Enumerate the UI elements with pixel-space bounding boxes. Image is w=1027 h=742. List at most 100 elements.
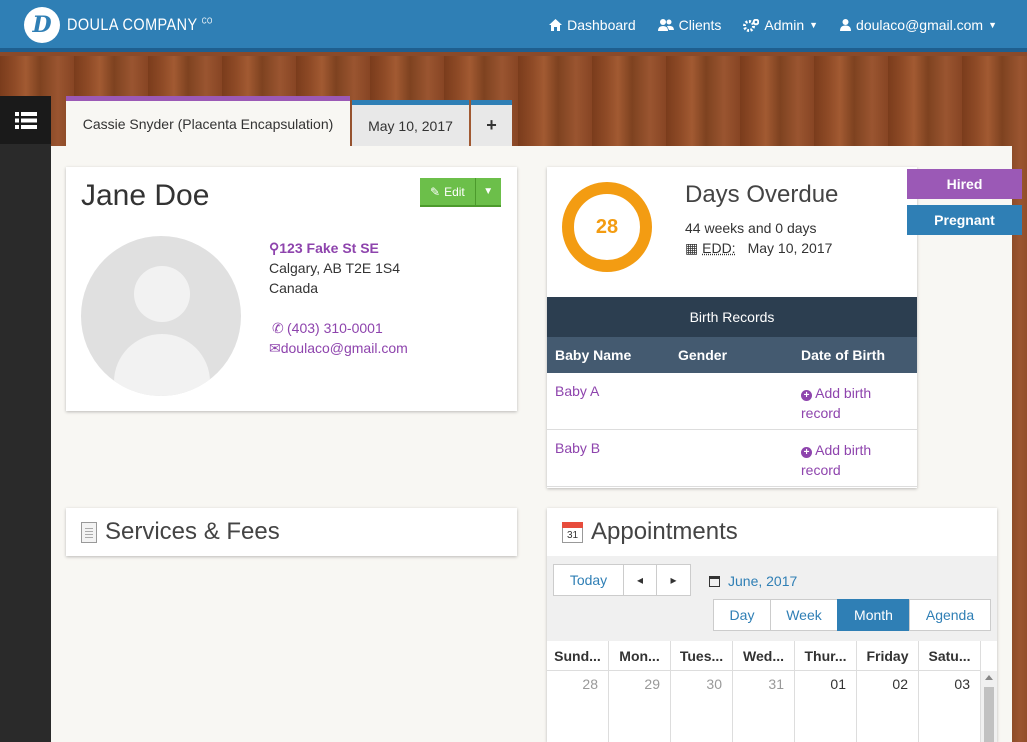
weekday-label: Friday: [857, 641, 919, 671]
nav-admin[interactable]: Admin ▼: [743, 17, 818, 33]
phone-link[interactable]: ✆ (403) 310-0001: [269, 318, 408, 338]
user-icon: [840, 19, 852, 31]
add-birth-record-link[interactable]: + Add birth record: [801, 440, 901, 480]
avatar-body: [114, 334, 210, 396]
add-birth-record-label: Add birth record: [801, 442, 872, 478]
brand-suffix: CO: [201, 16, 213, 26]
calendar-icon: ▦: [685, 240, 699, 256]
caret-down-icon: ▼: [483, 186, 494, 197]
calendar-day-cell[interactable]: 02: [857, 671, 919, 742]
phone-icon: ✆: [272, 320, 284, 336]
plus-circle-icon: +: [801, 390, 812, 401]
brand-name-text: DOULA COMPANY: [67, 15, 198, 34]
nav-user[interactable]: doulaco@gmail.com ▼: [840, 17, 997, 33]
email-link[interactable]: ✉doulaco@gmail.com: [269, 338, 408, 358]
birth-records-title: Birth Records: [547, 297, 917, 337]
calendar-day-cell[interactable]: 03: [919, 671, 981, 742]
view-month-button[interactable]: Month: [837, 599, 910, 631]
list-icon: [14, 111, 37, 129]
col-gender: Gender: [678, 347, 728, 363]
edd-label: EDD:: [702, 240, 736, 256]
chevron-down-icon: ▼: [988, 20, 997, 30]
users-icon: [657, 19, 674, 31]
edit-button-label: Edit: [444, 184, 465, 199]
sidebar-toggle-button[interactable]: [0, 96, 51, 144]
edit-button[interactable]: ✎ Edit: [420, 178, 475, 207]
map-marker-icon: ⚲: [269, 240, 280, 256]
col-date-of-birth: Date of Birth: [801, 347, 885, 363]
calendar-icon: 31: [562, 521, 583, 543]
view-week-button[interactable]: Week: [770, 599, 838, 631]
scroll-up-icon[interactable]: [985, 675, 993, 680]
email-address: doulaco@gmail.com: [280, 340, 408, 356]
birth-records-header: Baby Name Gender Date of Birth: [547, 337, 917, 373]
add-birth-record-link[interactable]: + Add birth record: [801, 383, 901, 423]
avatar: [81, 236, 241, 396]
days-overdue-ring: 28: [562, 182, 652, 272]
scroll-thumb[interactable]: [984, 687, 994, 742]
address-country: Canada: [269, 280, 319, 296]
services-title-text: Services & Fees: [105, 518, 280, 545]
phone-number: (403) 310-0001: [287, 320, 383, 336]
nav-clients-label: Clients: [678, 17, 722, 33]
services-title: Services & Fees: [81, 518, 280, 546]
baby-name-link[interactable]: Baby A: [555, 383, 599, 399]
address-street: 123 Fake St SE: [279, 240, 379, 256]
appointments-card: 31 Appointments Today ◂ ▸ June, 2017 Day…: [547, 508, 997, 742]
status-badge-pregnant: Pregnant: [907, 205, 1022, 235]
col-baby-name: Baby Name: [555, 347, 632, 363]
services-card: Services & Fees: [66, 508, 517, 556]
sidebar: [0, 96, 51, 742]
tab-client[interactable]: Cassie Snyder (Placenta Encapsulation): [66, 96, 350, 146]
appointments-title: 31 Appointments: [562, 518, 738, 546]
view-agenda-button[interactable]: Agenda: [909, 599, 991, 631]
client-name: Jane Doe: [81, 179, 210, 212]
edd-row: ▦ EDD: May 10, 2017: [685, 240, 832, 257]
edd-label-group: ▦ EDD:: [685, 240, 736, 257]
calendar-day-cell[interactable]: 29: [609, 671, 671, 742]
nav-links: Dashboard Clients Admin ▼ doulaco@gmail.…: [549, 17, 997, 33]
brand[interactable]: D DOULA COMPANY CO: [24, 7, 238, 43]
address-street-link[interactable]: ⚲123 Fake St SE: [269, 238, 400, 258]
document-icon: [81, 521, 97, 543]
prev-button[interactable]: ◂: [623, 564, 657, 596]
home-icon: [549, 19, 563, 31]
month-label[interactable]: June, 2017: [709, 573, 797, 589]
next-button[interactable]: ▸: [656, 564, 691, 596]
weekday-label: Wed...: [733, 641, 795, 671]
address-block: ⚲123 Fake St SE Calgary, AB T2E 1S4 Cana…: [269, 238, 400, 298]
weekday-label: Satu...: [919, 641, 981, 671]
month-grid: Sund... Mon... Tues... Wed... Thur... Fr…: [547, 641, 997, 742]
tab-add[interactable]: +: [471, 100, 512, 146]
calendar-day-cell[interactable]: 28: [547, 671, 609, 742]
days-overdue-count: 28: [595, 215, 619, 238]
cogs-icon: [743, 18, 760, 32]
edit-dropdown-toggle[interactable]: ▼: [474, 178, 501, 207]
tab-date[interactable]: May 10, 2017: [352, 100, 469, 146]
weekday-label: Sund...: [547, 641, 609, 671]
avatar-head: [134, 266, 190, 322]
nav-user-label: doulaco@gmail.com: [856, 17, 984, 33]
plus-circle-icon: +: [801, 447, 812, 458]
baby-name-link[interactable]: Baby B: [555, 440, 600, 456]
nav-dashboard[interactable]: Dashboard: [549, 17, 636, 33]
calendar-day-cell[interactable]: 30: [671, 671, 733, 742]
nav-clients[interactable]: Clients: [657, 17, 722, 33]
calendar-icon: [709, 575, 720, 587]
contact-block: ✆ (403) 310-0001 ✉doulaco@gmail.com: [269, 318, 408, 358]
add-birth-record-label: Add birth record: [801, 385, 872, 421]
pregnancy-status-card: 28 Days Overdue 44 weeks and 0 days ▦ ED…: [547, 167, 917, 488]
edd-date: May 10, 2017: [747, 240, 833, 256]
calendar-day-cell[interactable]: 01: [795, 671, 857, 742]
chevron-down-icon: ▼: [809, 20, 819, 30]
status-badge-hired: Hired: [907, 169, 1022, 199]
nav-admin-label: Admin: [764, 17, 805, 33]
table-row: Baby B + Add birth record: [547, 430, 917, 487]
weekday-label: Mon...: [609, 641, 671, 671]
today-button[interactable]: Today: [553, 564, 624, 596]
calendar-day-cell[interactable]: 31: [733, 671, 795, 742]
nav-dashboard-label: Dashboard: [567, 17, 636, 33]
view-day-button[interactable]: Day: [713, 599, 771, 631]
calendar-scrollbar[interactable]: [981, 671, 997, 742]
month-label-text: June, 2017: [728, 573, 798, 589]
